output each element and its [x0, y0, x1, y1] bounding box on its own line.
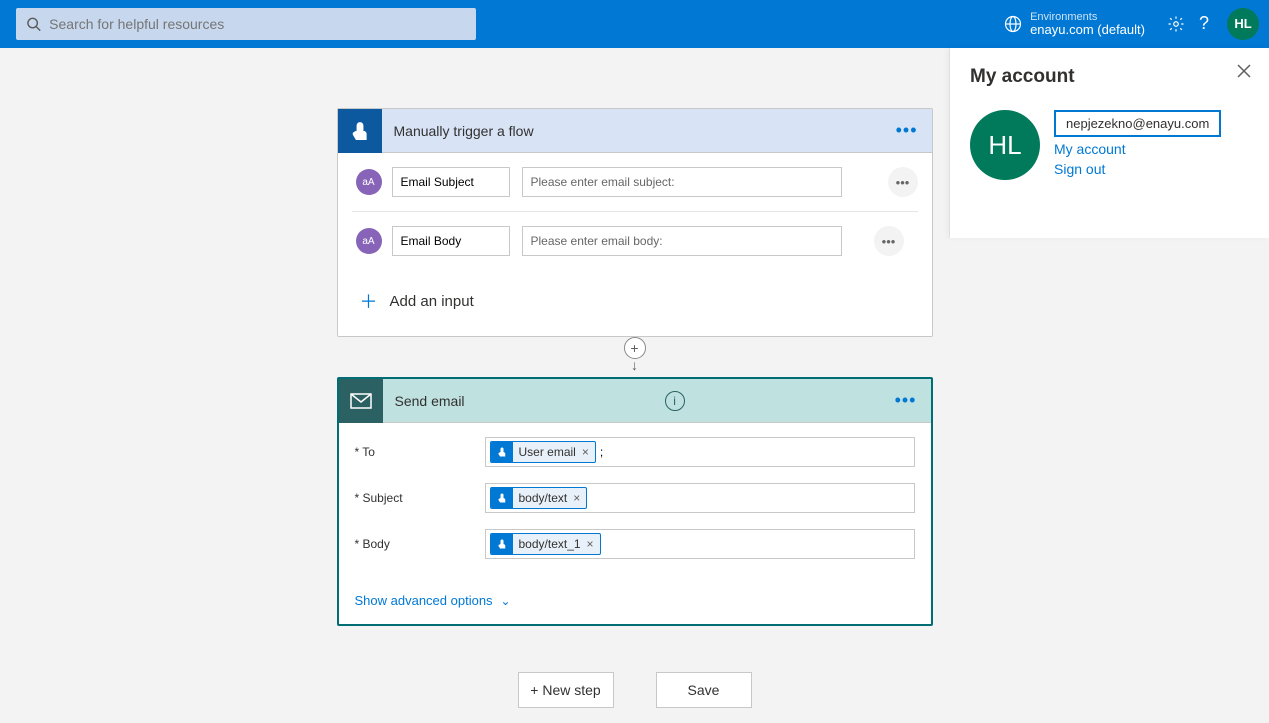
field-row-to: * To User email × ;: [355, 429, 915, 475]
touch-icon: [349, 120, 371, 142]
trailing-text: ;: [600, 445, 603, 459]
search-icon: [26, 16, 41, 32]
save-button[interactable]: Save: [656, 672, 752, 708]
field-label: * Subject: [355, 483, 485, 505]
sign-out-link[interactable]: Sign out: [1054, 161, 1221, 177]
input-more-button[interactable]: •••: [874, 226, 904, 256]
add-input-button[interactable]: ＋ Add an input: [338, 270, 932, 336]
advanced-label: Show advanced options: [355, 593, 493, 608]
field-row-subject: * Subject body/text ×: [355, 475, 915, 521]
connector: + ↓: [624, 337, 646, 377]
action-card[interactable]: Send email i ••• * To User email × ; * S…: [337, 377, 933, 626]
account-flyout: My account HL nepjezekno@enayu.com My ac…: [949, 48, 1269, 238]
search-input[interactable]: [49, 16, 466, 32]
to-field[interactable]: User email × ;: [485, 437, 915, 467]
trigger-icon: [338, 109, 382, 153]
insert-step-button[interactable]: +: [624, 337, 646, 359]
close-icon: [1237, 64, 1251, 78]
token[interactable]: User email ×: [490, 441, 596, 463]
plus-icon: ＋: [360, 288, 378, 314]
trigger-more-button[interactable]: •••: [896, 120, 918, 141]
close-button[interactable]: [1237, 64, 1251, 82]
action-card-header[interactable]: Send email i •••: [339, 379, 931, 423]
field-row-body: * Body body/text_1 ×: [355, 521, 915, 567]
action-title: Send email: [383, 393, 465, 409]
body-field[interactable]: body/text_1 ×: [485, 529, 915, 559]
info-button[interactable]: i: [665, 391, 685, 411]
token[interactable]: body/text_1 ×: [490, 533, 601, 555]
token[interactable]: body/text ×: [490, 487, 588, 509]
help-button[interactable]: ?: [1199, 13, 1209, 34]
chevron-down-icon: ⌄: [501, 594, 511, 608]
token-label: body/text_1: [519, 537, 581, 551]
trigger-input-row: aA Email Body Please enter email body: •…: [352, 211, 918, 270]
add-input-label: Add an input: [390, 293, 474, 310]
token-remove[interactable]: ×: [582, 445, 589, 459]
flyout-title: My account: [970, 66, 1249, 88]
question-icon: ?: [1199, 13, 1209, 34]
token-label: User email: [519, 445, 576, 459]
text-type-icon: aA: [356, 228, 382, 254]
token-remove[interactable]: ×: [573, 491, 580, 505]
input-label-field[interactable]: Email Body: [392, 226, 510, 256]
gear-icon: [1167, 15, 1185, 33]
field-label: * Body: [355, 529, 485, 551]
account-avatar[interactable]: HL: [1227, 8, 1259, 40]
globe-icon: [1004, 15, 1022, 33]
envelope-icon: [350, 393, 372, 409]
input-placeholder-field[interactable]: Please enter email subject:: [522, 167, 842, 197]
input-more-button[interactable]: •••: [888, 167, 918, 197]
app-header: Environments enayu.com (default) ? HL: [0, 0, 1269, 48]
input-placeholder-field[interactable]: Please enter email body:: [522, 226, 842, 256]
token-icon: [491, 441, 513, 463]
trigger-input-row: aA Email Subject Please enter email subj…: [338, 153, 932, 211]
subject-field[interactable]: body/text ×: [485, 483, 915, 513]
arrow-down-icon: ↓: [631, 357, 638, 373]
search-box[interactable]: [16, 8, 476, 40]
text-type-icon: aA: [356, 169, 382, 195]
field-label: * To: [355, 437, 485, 459]
token-remove[interactable]: ×: [587, 537, 594, 551]
trigger-card-header[interactable]: Manually trigger a flow •••: [338, 109, 932, 153]
settings-button[interactable]: [1167, 15, 1185, 33]
account-email[interactable]: nepjezekno@enayu.com: [1054, 110, 1221, 137]
token-icon: [491, 533, 513, 555]
new-step-button[interactable]: + New step: [518, 672, 614, 708]
account-avatar-large: HL: [970, 110, 1040, 180]
my-account-link[interactable]: My account: [1054, 141, 1221, 157]
show-advanced-options[interactable]: Show advanced options ⌄: [339, 581, 931, 624]
token-label: body/text: [519, 491, 568, 505]
input-label-field[interactable]: Email Subject: [392, 167, 510, 197]
action-more-button[interactable]: •••: [895, 390, 917, 411]
trigger-card[interactable]: Manually trigger a flow ••• aA Email Sub…: [337, 108, 933, 337]
trigger-title: Manually trigger a flow: [382, 123, 534, 139]
environment-picker[interactable]: Environments enayu.com (default): [996, 7, 1153, 41]
environment-name: enayu.com (default): [1030, 23, 1145, 37]
token-icon: [491, 487, 513, 509]
action-icon: [339, 379, 383, 423]
